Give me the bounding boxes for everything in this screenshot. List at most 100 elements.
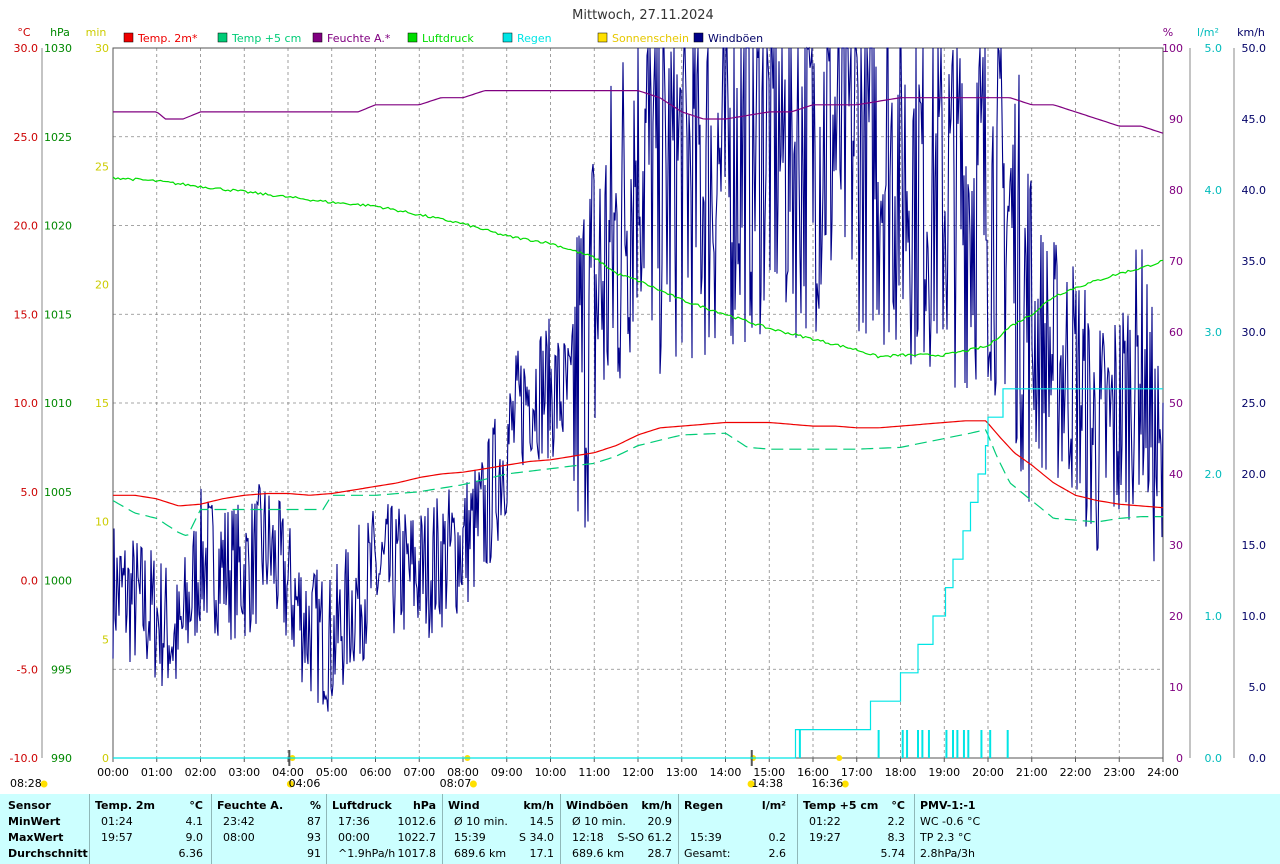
tick-label-kmh: 50.0 bbox=[1242, 42, 1267, 55]
tick-label-percent: 40 bbox=[1169, 468, 1183, 481]
stats-unit: % bbox=[309, 799, 321, 812]
tick-label-hpa: 990 bbox=[51, 752, 72, 765]
tick-label-percent: 60 bbox=[1169, 326, 1183, 339]
stats-value: 9.0 bbox=[185, 831, 204, 844]
legend-swatch bbox=[217, 32, 228, 43]
stats-value: 28.7 bbox=[647, 847, 673, 860]
tick-label-celsius: 0.0 bbox=[21, 575, 39, 588]
legend-swatch bbox=[123, 32, 134, 43]
x-tick-label: 22:00 bbox=[1060, 766, 1092, 779]
legend-label: Feuchte A.* bbox=[327, 32, 391, 45]
sunrise-label: 08:28 bbox=[10, 777, 42, 790]
x-tick-label: 18:00 bbox=[885, 766, 917, 779]
stats-divider bbox=[89, 794, 90, 864]
tick-label-percent: 50 bbox=[1169, 397, 1183, 410]
x-tick-label: 23:00 bbox=[1103, 766, 1135, 779]
tick-label-kmh: 25.0 bbox=[1242, 397, 1267, 410]
tick-label-percent: 90 bbox=[1169, 113, 1183, 126]
stats-value: S 34.0 bbox=[519, 831, 554, 844]
tick-label-percent: 70 bbox=[1169, 255, 1183, 268]
legend-label: Temp. 2m* bbox=[137, 32, 198, 45]
x-marker-label: 14:38 bbox=[751, 777, 783, 790]
legend-swatch bbox=[597, 32, 608, 43]
stats-header-pmv: PMV-1:-1 bbox=[920, 799, 976, 812]
stats-unit: l/m² bbox=[761, 799, 786, 812]
x-tick-label: 21:00 bbox=[1016, 766, 1048, 779]
stats-value: S-SO 61.2 bbox=[617, 831, 672, 844]
stats-value: 14.5 bbox=[529, 815, 555, 828]
tick-label-percent: 20 bbox=[1169, 610, 1183, 623]
x-tick-label: 05:00 bbox=[316, 766, 348, 779]
stats-value: 17.1 bbox=[529, 847, 555, 860]
stats-row-label: MaxWert bbox=[8, 831, 64, 844]
tick-label-percent: 10 bbox=[1169, 681, 1183, 694]
tick-label-minutes: 5 bbox=[102, 634, 109, 647]
x-marker-label: 04:06 bbox=[289, 777, 321, 790]
x-tick-label: 07:00 bbox=[403, 766, 435, 779]
legend-swatch bbox=[312, 32, 323, 43]
tick-label-rain: 4.0 bbox=[1205, 184, 1223, 197]
tick-label-celsius: -10.0 bbox=[10, 752, 38, 765]
axis-unit-minutes: min bbox=[86, 26, 107, 39]
x-tick-label: 00:00 bbox=[97, 766, 129, 779]
x-tick-label: 03:00 bbox=[228, 766, 260, 779]
x-tick-label: 19:00 bbox=[928, 766, 960, 779]
tick-label-minutes: 0 bbox=[102, 752, 109, 765]
x-tick-label: 10:00 bbox=[535, 766, 567, 779]
x-tick-label: 12:00 bbox=[622, 766, 654, 779]
stats-unit: km/h bbox=[523, 799, 554, 812]
x-tick-label: 24:00 bbox=[1147, 766, 1179, 779]
tick-label-kmh: 40.0 bbox=[1242, 184, 1267, 197]
tick-label-celsius: 5.0 bbox=[21, 486, 39, 499]
legend-label: Luftdruck bbox=[422, 32, 474, 45]
stats-value: 93 bbox=[307, 831, 321, 844]
stats-panel: Sensor MinWert MaxWert Durchschnitt Temp. 2m… bbox=[0, 794, 1280, 864]
tick-label-kmh: 5.0 bbox=[1249, 681, 1267, 694]
stats-value: 8.3 bbox=[887, 831, 906, 844]
tick-label-hpa: 1005 bbox=[44, 486, 72, 499]
x-marker-label: 16:36 bbox=[812, 777, 844, 790]
axis-unit-rain: l/m² bbox=[1197, 26, 1219, 39]
tick-label-rain: 0.0 bbox=[1205, 752, 1223, 765]
tick-label-hpa: 1010 bbox=[44, 397, 72, 410]
tick-label-hpa: 995 bbox=[51, 663, 72, 676]
tick-label-kmh: 0.0 bbox=[1249, 752, 1267, 765]
stats-value: 20.9 bbox=[647, 815, 673, 828]
tick-label-percent: 80 bbox=[1169, 184, 1183, 197]
stats-value: 91 bbox=[307, 847, 321, 860]
stats-header-sensor: Sensor bbox=[8, 799, 51, 812]
tick-label-kmh: 45.0 bbox=[1242, 113, 1267, 126]
stats-value: 4.1 bbox=[185, 815, 204, 828]
x-tick-label: 17:00 bbox=[841, 766, 873, 779]
stats-value: 6.36 bbox=[178, 847, 204, 860]
tick-label-percent: 100 bbox=[1162, 42, 1183, 55]
tick-label-celsius: 25.0 bbox=[14, 131, 39, 144]
stats-divider bbox=[914, 794, 915, 864]
tick-label-kmh: 15.0 bbox=[1242, 539, 1267, 552]
x-tick-label: 13:00 bbox=[666, 766, 698, 779]
stats-value: 1017.8 bbox=[397, 847, 437, 860]
x-tick-label: 11:00 bbox=[578, 766, 610, 779]
tick-label-kmh: 30.0 bbox=[1242, 326, 1267, 339]
tick-label-percent: 0 bbox=[1176, 752, 1183, 765]
tick-label-rain: 1.0 bbox=[1205, 610, 1223, 623]
stats-divider bbox=[797, 794, 798, 864]
tick-label-rain: 2.0 bbox=[1205, 468, 1223, 481]
stats-pmv-line: 2.8hPa/3h bbox=[920, 847, 976, 860]
stats-row-label: Durchschnitt bbox=[8, 847, 88, 860]
legend-label: Windböen bbox=[708, 32, 763, 45]
tick-label-hpa: 1000 bbox=[44, 575, 72, 588]
x-tick-label: 06:00 bbox=[360, 766, 392, 779]
stats-value: 2.6 bbox=[768, 847, 787, 860]
stats-unit: °C bbox=[189, 799, 203, 812]
stats-pmv-line: WC -0.6 °C bbox=[920, 815, 981, 828]
x-tick-label: 14:00 bbox=[710, 766, 742, 779]
legend-label: Sonnenschein bbox=[612, 32, 689, 45]
tick-label-minutes: 30 bbox=[95, 42, 109, 55]
axis-unit-percent: % bbox=[1163, 26, 1173, 39]
stats-divider bbox=[442, 794, 443, 864]
tick-label-hpa: 1025 bbox=[44, 131, 72, 144]
chart-title: Mittwoch, 27.11.2024 bbox=[572, 8, 714, 23]
axis-unit-hpa: hPa bbox=[50, 26, 70, 39]
stats-unit: °C bbox=[891, 799, 905, 812]
